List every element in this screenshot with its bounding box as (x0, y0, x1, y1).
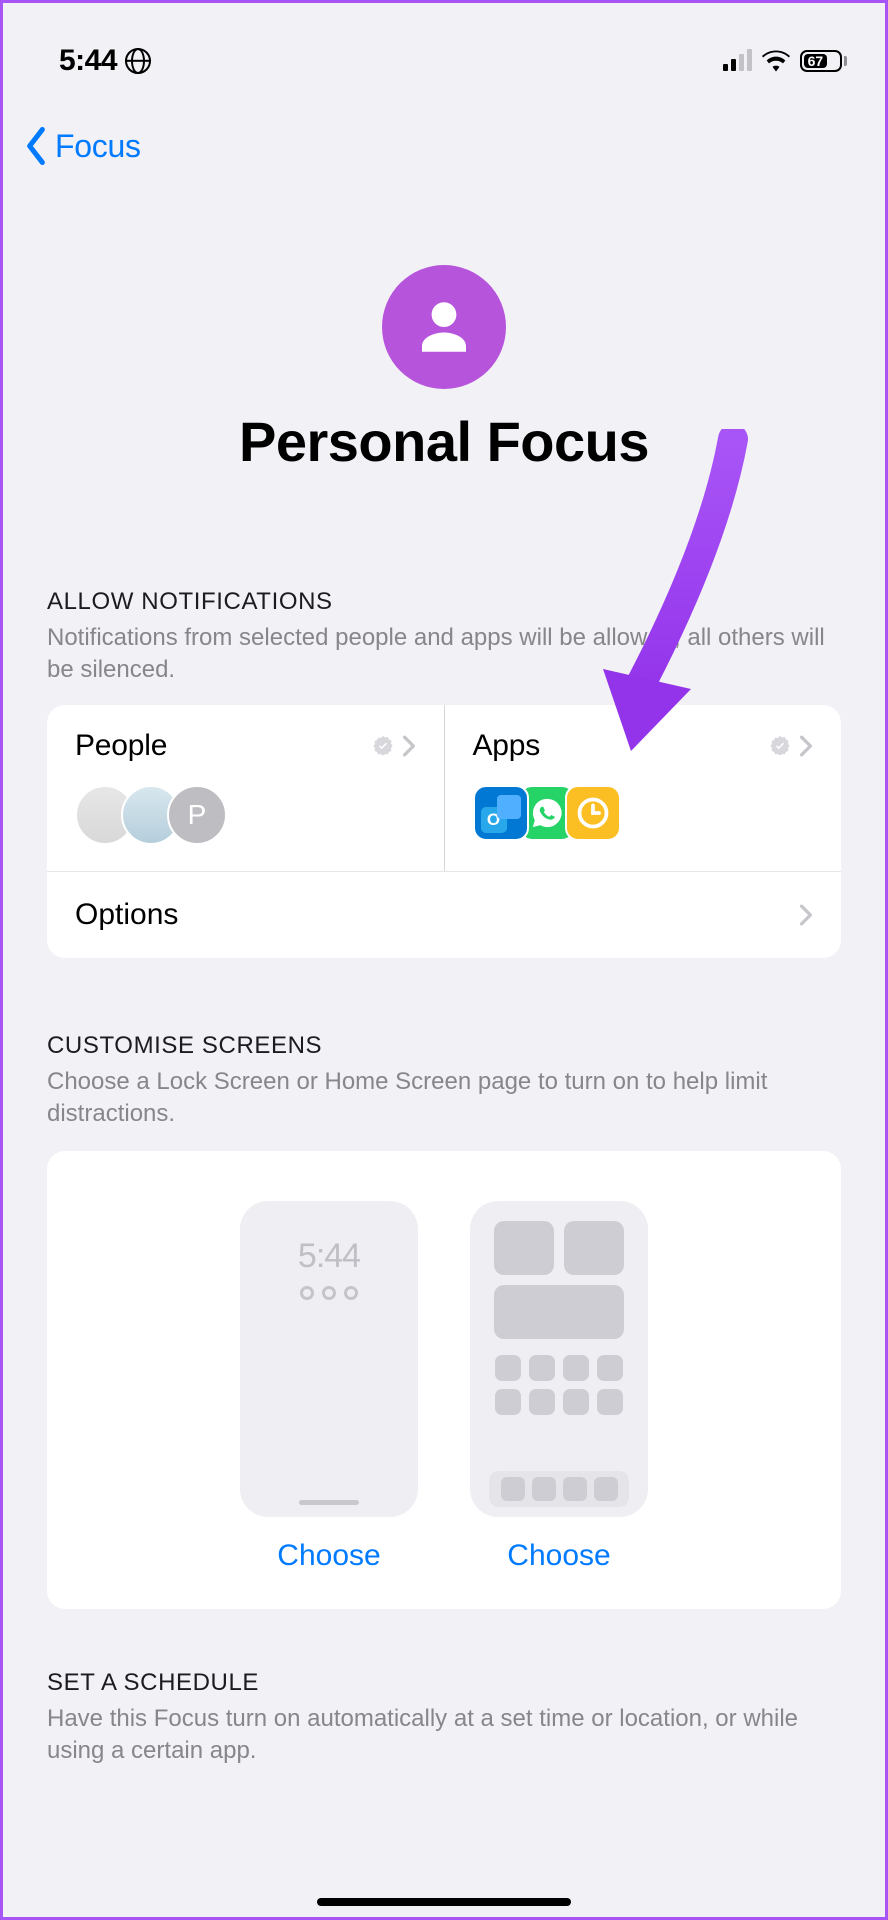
battery-icon: 67 (800, 50, 847, 72)
people-cell[interactable]: People P (47, 705, 445, 871)
allow-header: ALLOW NOTIFICATIONS (47, 588, 841, 616)
customise-screens-section: CUSTOMISE SCREENS Choose a Lock Screen o… (3, 1032, 885, 1131)
home-screen-preview[interactable] (470, 1201, 648, 1517)
focus-hero-icon (382, 265, 506, 389)
people-label: People (75, 729, 167, 763)
status-bar: 5:44 67 (3, 31, 885, 91)
customise-header: CUSTOMISE SCREENS (47, 1032, 841, 1060)
clock-icon (565, 785, 621, 841)
allow-card: People P Apps (47, 705, 841, 958)
chevron-right-icon (799, 735, 813, 757)
person-icon (411, 294, 477, 360)
home-indicator-icon (299, 1500, 359, 1505)
apps-label: Apps (473, 729, 541, 763)
lock-screen-time: 5:44 (298, 1237, 360, 1276)
dock-icon (489, 1471, 629, 1507)
customise-description: Choose a Lock Screen or Home Screen page… (47, 1066, 841, 1131)
chevron-right-icon (402, 735, 416, 757)
allow-notifications-section: ALLOW NOTIFICATIONS Notifications from s… (3, 588, 885, 687)
allow-description: Notifications from selected people and a… (47, 622, 841, 687)
chevron-left-icon (21, 127, 51, 165)
lock-screen-preview[interactable]: 5:44 (240, 1201, 418, 1517)
schedule-description: Have this Focus turn on automatically at… (47, 1703, 841, 1768)
focus-title: Personal Focus (3, 409, 885, 474)
options-row[interactable]: Options (47, 871, 841, 958)
screens-card: 5:44 Choose Choose (47, 1151, 841, 1609)
options-label: Options (75, 898, 178, 932)
status-right: 67 (723, 50, 847, 72)
cellular-icon (723, 51, 752, 71)
people-avatars: P (75, 785, 416, 845)
home-indicator-icon (317, 1898, 571, 1906)
choose-lock-button[interactable]: Choose (277, 1539, 380, 1573)
lock-screen-col: 5:44 Choose (240, 1201, 418, 1573)
lock-screen-dots (300, 1286, 358, 1300)
globe-icon (125, 48, 151, 74)
focus-hero: Personal Focus (3, 165, 885, 474)
verified-badge-icon (769, 735, 791, 757)
schedule-header: SET A SCHEDULE (47, 1669, 841, 1697)
status-left: 5:44 (59, 44, 151, 78)
schedule-section: SET A SCHEDULE Have this Focus turn on a… (3, 1669, 885, 1808)
home-screen-col: Choose (470, 1201, 648, 1573)
status-time: 5:44 (59, 44, 117, 78)
chevron-right-icon (799, 904, 813, 926)
verified-badge-icon (372, 735, 394, 757)
apps-icons (473, 785, 814, 841)
nav-back-label: Focus (55, 128, 141, 165)
choose-home-button[interactable]: Choose (507, 1539, 610, 1573)
outlook-icon (473, 785, 529, 841)
wifi-icon (762, 50, 790, 72)
avatar-more: P (167, 785, 227, 845)
apps-cell[interactable]: Apps (445, 705, 842, 871)
battery-percent: 67 (804, 54, 827, 68)
nav-back[interactable]: Focus (3, 91, 885, 165)
